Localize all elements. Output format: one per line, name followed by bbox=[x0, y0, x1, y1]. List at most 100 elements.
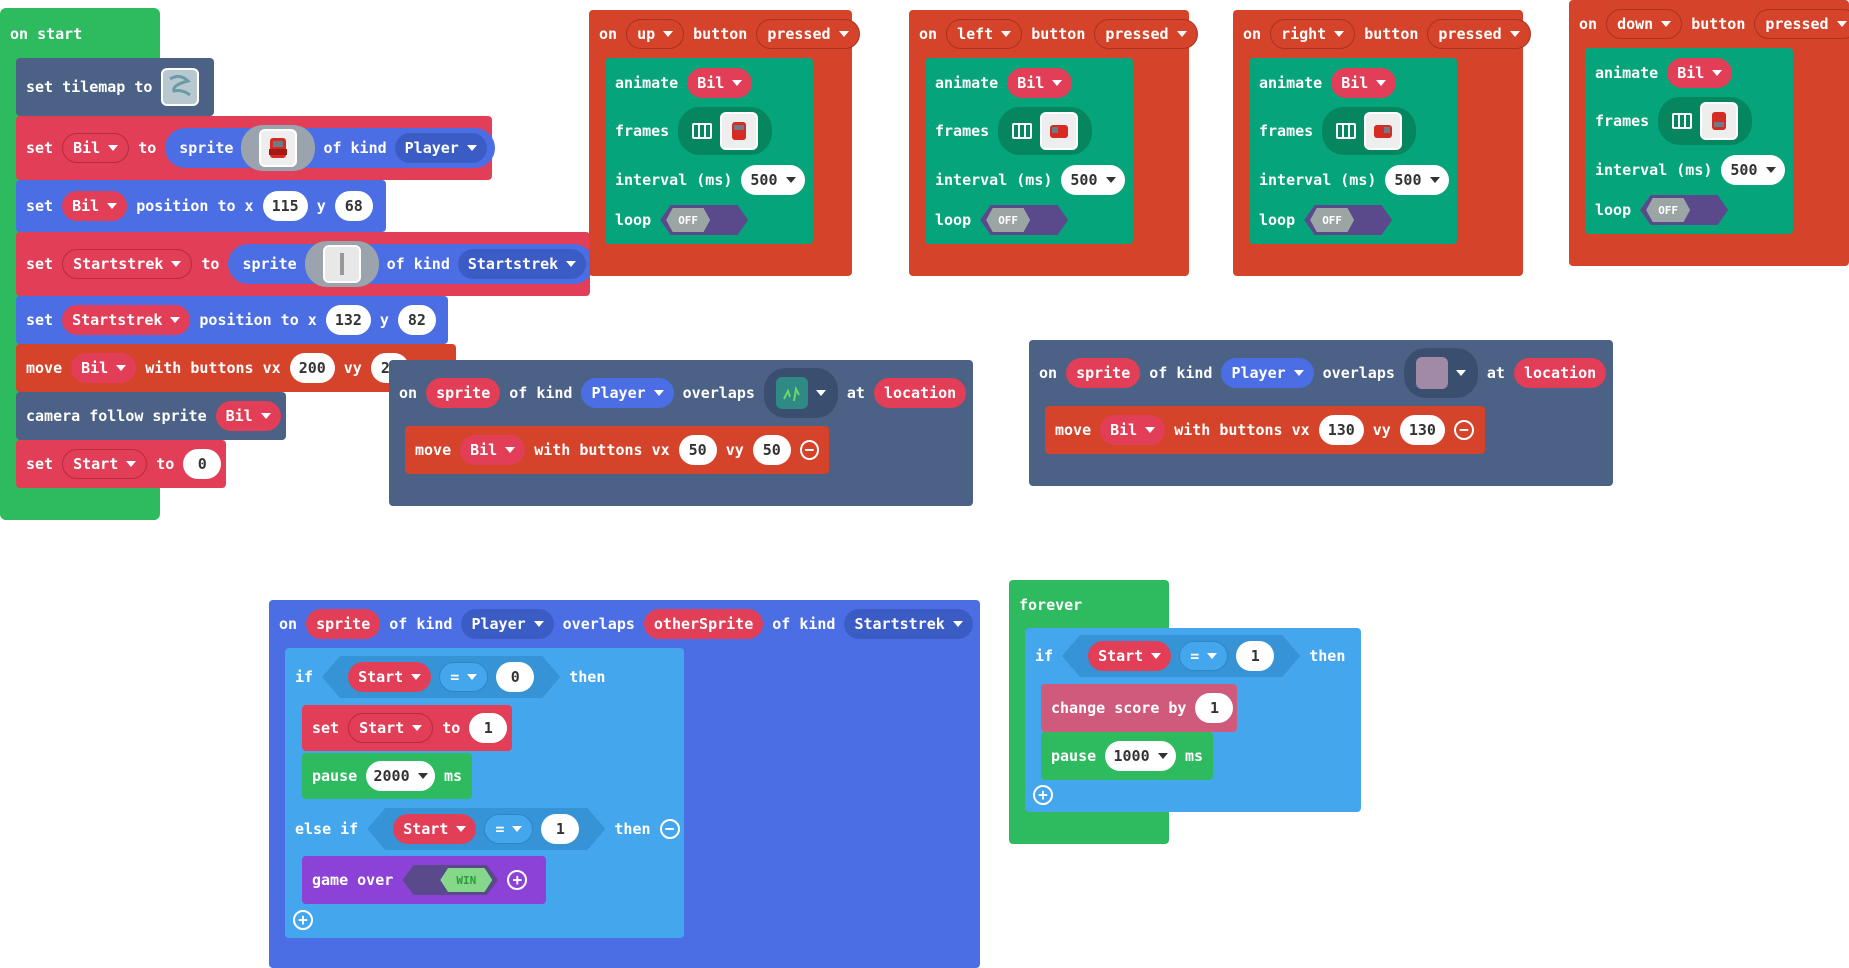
state-dropdown-pressed[interactable]: pressed bbox=[756, 19, 860, 49]
compare-value-input[interactable]: 1 bbox=[1236, 641, 1274, 671]
interval-dropdown[interactable]: 500 bbox=[1061, 165, 1125, 195]
vy-input[interactable]: 50 bbox=[752, 435, 791, 465]
value-input[interactable]: 1 bbox=[469, 713, 508, 743]
compare-condition[interactable]: Start = 1 bbox=[1062, 635, 1300, 677]
kind-dropdown-player[interactable]: Player bbox=[1221, 358, 1314, 388]
button-dropdown-right[interactable]: right bbox=[1270, 19, 1356, 49]
change-score-block[interactable]: change score by 1 bbox=[1041, 684, 1237, 732]
loop-toggle[interactable]: OFF bbox=[660, 205, 749, 235]
operator-dropdown[interactable]: = bbox=[439, 662, 488, 692]
interval-dropdown[interactable]: 500 bbox=[1721, 155, 1785, 185]
pause-dropdown[interactable]: 2000 bbox=[366, 761, 435, 791]
var-dropdown-start[interactable]: Start bbox=[348, 713, 434, 743]
var-dropdown-bil[interactable]: Bil bbox=[215, 401, 281, 431]
y-input[interactable]: 68 bbox=[334, 191, 373, 221]
var-dropdown-bil[interactable]: Bil bbox=[687, 68, 753, 98]
button-dropdown-down[interactable]: down bbox=[1606, 9, 1683, 39]
win-toggle[interactable]: WIN bbox=[402, 865, 499, 895]
remove-circle-icon[interactable]: − bbox=[799, 440, 819, 460]
operator-dropdown[interactable]: = bbox=[484, 814, 533, 844]
button-dropdown-up[interactable]: up bbox=[626, 19, 685, 49]
kind-dropdown-startstrek[interactable]: Startstrek bbox=[844, 609, 973, 639]
frames-picker[interactable] bbox=[998, 107, 1093, 155]
location-param[interactable]: location bbox=[1513, 358, 1607, 388]
add-circle-icon[interactable]: + bbox=[507, 870, 528, 890]
state-dropdown-pressed[interactable]: pressed bbox=[1094, 19, 1198, 49]
camera-follow-block[interactable]: camera follow sprite Bil bbox=[16, 392, 286, 440]
pause-block[interactable]: pause 1000 ms bbox=[1041, 732, 1213, 780]
remove-circle-icon[interactable]: − bbox=[1453, 420, 1474, 440]
kind-dropdown-player[interactable]: Player bbox=[581, 378, 674, 408]
state-dropdown-pressed[interactable]: pressed bbox=[1427, 19, 1531, 49]
sprite-param[interactable]: sprite bbox=[426, 378, 501, 408]
forever-hat[interactable]: forever bbox=[1009, 590, 1092, 620]
interval-dropdown[interactable]: 500 bbox=[1385, 165, 1449, 195]
compare-value-input[interactable]: 0 bbox=[496, 662, 534, 692]
var-dropdown-bil[interactable]: Bil bbox=[460, 435, 526, 465]
tilemap-thumbnail-icon[interactable] bbox=[161, 68, 200, 106]
var-dropdown-start[interactable]: Start bbox=[348, 662, 431, 692]
set-start-block[interactable]: set Start to 0 bbox=[16, 440, 226, 488]
button-dropdown-left[interactable]: left bbox=[946, 19, 1023, 49]
loop-toggle[interactable]: OFF bbox=[980, 205, 1069, 235]
set-bil-position-block[interactable]: set Bil position to x 115 y 68 bbox=[16, 180, 386, 232]
compare-condition[interactable]: Start = 0 bbox=[322, 656, 560, 698]
pause-block[interactable]: pause 2000 ms bbox=[302, 753, 472, 799]
var-dropdown-bil[interactable]: Bil bbox=[62, 133, 130, 163]
var-dropdown-bil[interactable]: Bil bbox=[62, 191, 128, 221]
set-bil-sprite-block[interactable]: set Bil to sprite of kind Player bbox=[16, 116, 495, 180]
other-sprite-param[interactable]: otherSprite bbox=[643, 609, 764, 639]
sprite-of-kind-reporter[interactable]: sprite of kind Startstrek bbox=[228, 241, 595, 287]
var-dropdown-bil[interactable]: Bil bbox=[71, 353, 137, 383]
kind-dropdown-startstrek[interactable]: Startstrek bbox=[457, 249, 587, 279]
frames-picker[interactable] bbox=[1658, 97, 1753, 145]
on-start-hat[interactable]: on start bbox=[0, 20, 92, 48]
kind-dropdown-player[interactable]: Player bbox=[461, 609, 554, 639]
vx-input[interactable]: 130 bbox=[1318, 415, 1364, 445]
var-dropdown-startstrek[interactable]: Startstrek bbox=[62, 249, 193, 279]
score-input[interactable]: 1 bbox=[1195, 693, 1234, 723]
var-dropdown-bil[interactable]: Bil bbox=[1667, 58, 1733, 88]
add-circle-icon[interactable]: + bbox=[293, 910, 313, 930]
pause-dropdown[interactable]: 1000 bbox=[1105, 741, 1176, 771]
var-dropdown-bil[interactable]: Bil bbox=[1331, 68, 1397, 98]
vx-input[interactable]: 200 bbox=[289, 353, 335, 383]
vy-input[interactable]: 130 bbox=[1399, 415, 1445, 445]
sprite-param[interactable]: sprite bbox=[306, 609, 381, 639]
tile-picker[interactable] bbox=[1403, 348, 1478, 398]
var-dropdown-startstrek[interactable]: Startstrek bbox=[62, 305, 191, 335]
move-bil-block[interactable]: move Bil with buttons vx 130 vy 130 − bbox=[1045, 406, 1485, 454]
var-dropdown-start[interactable]: Start bbox=[1088, 641, 1171, 671]
game-over-block[interactable]: game over WIN + bbox=[302, 856, 546, 904]
var-dropdown-start[interactable]: Start bbox=[62, 449, 148, 479]
value-input[interactable]: 0 bbox=[183, 449, 222, 479]
set-start-block[interactable]: set Start to 1 bbox=[302, 705, 512, 751]
add-circle-icon[interactable]: + bbox=[1033, 785, 1053, 805]
var-dropdown-bil[interactable]: Bil bbox=[1100, 415, 1166, 445]
move-bil-block[interactable]: move Bil with buttons vx 50 vy 50 − bbox=[405, 426, 829, 474]
compare-condition[interactable]: Start = 1 bbox=[367, 808, 605, 850]
remove-circle-icon[interactable]: − bbox=[659, 819, 680, 839]
var-dropdown-start[interactable]: Start bbox=[393, 814, 476, 844]
var-dropdown-bil[interactable]: Bil bbox=[1007, 68, 1073, 98]
y-input[interactable]: 82 bbox=[397, 305, 436, 335]
state-dropdown-pressed[interactable]: pressed bbox=[1754, 9, 1849, 39]
sprite-image-slot[interactable] bbox=[241, 125, 316, 171]
frames-picker[interactable] bbox=[1322, 107, 1417, 155]
x-input[interactable]: 115 bbox=[262, 191, 308, 221]
set-startstrek-position-block[interactable]: set Startstrek position to x 132 y 82 bbox=[16, 296, 448, 344]
loop-toggle[interactable]: OFF bbox=[1640, 195, 1729, 225]
sprite-of-kind-reporter[interactable]: sprite of kind Player bbox=[165, 125, 495, 171]
set-tilemap-block[interactable]: set tilemap to bbox=[16, 58, 214, 116]
compare-value-input[interactable]: 1 bbox=[541, 814, 579, 844]
loop-toggle[interactable]: OFF bbox=[1304, 205, 1393, 235]
sprite-param[interactable]: sprite bbox=[1066, 358, 1141, 388]
set-startstrek-sprite-block[interactable]: set Startstrek to sprite of kind Startst… bbox=[16, 232, 595, 296]
operator-dropdown[interactable]: = bbox=[1179, 641, 1228, 671]
sprite-image-slot[interactable] bbox=[304, 241, 379, 287]
vx-input[interactable]: 50 bbox=[678, 435, 717, 465]
frames-picker[interactable] bbox=[678, 107, 773, 155]
kind-dropdown-player[interactable]: Player bbox=[394, 133, 487, 163]
x-input[interactable]: 132 bbox=[325, 305, 371, 335]
tile-picker[interactable] bbox=[763, 368, 838, 418]
